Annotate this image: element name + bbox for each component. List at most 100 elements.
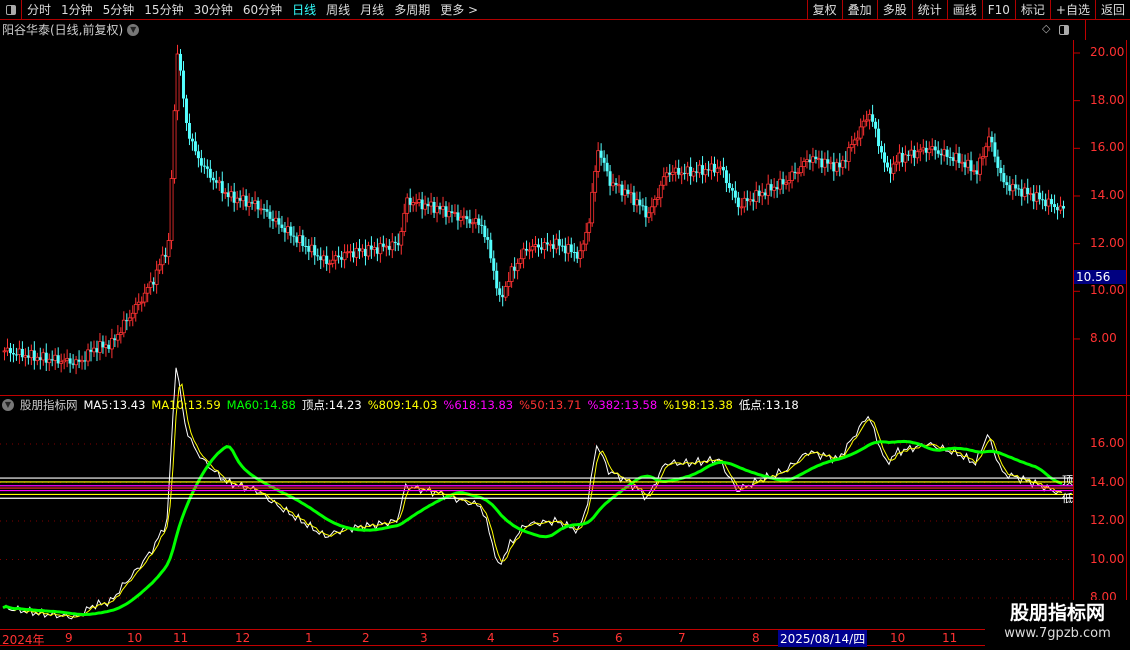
candle-body <box>816 158 821 161</box>
candle-body <box>820 158 824 168</box>
candle-body <box>104 344 108 348</box>
candle-body <box>736 197 740 208</box>
indicator-value-1: MA10:13.59 <box>151 397 220 413</box>
candle-body <box>1050 199 1054 205</box>
candle <box>256 197 260 219</box>
candle <box>883 143 887 172</box>
candle-body <box>152 281 156 285</box>
candle <box>450 204 454 223</box>
candle-body <box>136 301 141 305</box>
candle <box>822 152 827 176</box>
candle-body <box>721 167 725 171</box>
indicator-value-8: %198:13.38 <box>663 397 733 413</box>
candle-body <box>930 146 935 150</box>
candle <box>473 209 478 229</box>
candle-body <box>396 242 400 246</box>
candle-body <box>83 360 87 362</box>
candle <box>509 263 514 288</box>
candle-body <box>292 235 296 237</box>
candle-body <box>92 347 96 353</box>
candle-body <box>44 352 48 363</box>
candle-body <box>477 218 481 225</box>
indicator-number: 13.38 <box>699 398 733 412</box>
candle-body <box>701 165 705 175</box>
candle <box>220 171 224 202</box>
candle-body <box>495 270 499 289</box>
candle <box>894 154 899 172</box>
candle-body <box>811 156 815 163</box>
candle-body <box>867 113 872 121</box>
candle <box>939 148 943 165</box>
indicator-label: %382: <box>587 398 625 412</box>
candle-body <box>689 166 693 177</box>
candle <box>703 162 708 183</box>
indicator-name[interactable]: 股朋指标网 <box>20 397 78 413</box>
candle <box>107 340 111 353</box>
candle <box>277 210 281 234</box>
candle-body <box>1026 187 1030 195</box>
candle <box>285 217 290 240</box>
candle-body <box>381 243 385 247</box>
candle <box>486 228 490 250</box>
candle <box>551 234 555 258</box>
candle-body <box>390 241 395 251</box>
candle <box>748 191 753 206</box>
candle <box>53 348 58 370</box>
candle <box>1046 189 1051 215</box>
candle-body <box>1032 193 1036 202</box>
candle-body <box>1053 204 1057 208</box>
candle <box>886 155 890 172</box>
candle <box>8 342 12 362</box>
candle <box>787 171 791 192</box>
candle <box>393 236 397 252</box>
indicator-value-7: %382:13.58 <box>587 397 657 413</box>
candle <box>495 262 499 296</box>
candle-body <box>71 363 75 365</box>
candle-body <box>441 205 445 210</box>
candle-body <box>340 257 344 260</box>
indicator-number: 13.18 <box>765 398 799 412</box>
candle <box>441 196 445 218</box>
candle-body <box>852 139 857 145</box>
candle-body <box>871 114 875 122</box>
candle <box>900 147 904 167</box>
candle <box>912 145 916 167</box>
candle-body <box>462 215 466 218</box>
candle <box>280 215 284 232</box>
candle-body <box>253 200 257 204</box>
chevron-down-icon[interactable]: ▼ <box>2 399 14 411</box>
candle <box>646 207 651 224</box>
candle <box>560 238 564 252</box>
candle <box>844 151 848 169</box>
candle-body <box>855 137 860 141</box>
candle <box>874 118 878 138</box>
candle-body <box>685 166 690 174</box>
candle <box>1022 183 1027 201</box>
candle-body <box>271 218 275 222</box>
candle <box>652 195 657 216</box>
cursor-date[interactable]: 2025/08/14/四 <box>778 630 868 647</box>
candle-body <box>1028 193 1033 195</box>
candle <box>325 246 329 271</box>
candle <box>205 159 209 178</box>
candle-body <box>330 259 335 264</box>
candle <box>781 171 785 194</box>
candle <box>1010 178 1015 200</box>
indicator-label: MA5: <box>83 398 113 412</box>
candle <box>993 133 997 163</box>
candle <box>152 277 156 292</box>
candle-body <box>503 286 508 298</box>
candle-body <box>157 264 162 271</box>
candle-body <box>187 123 191 139</box>
candle-body <box>295 236 299 243</box>
candle-body <box>473 218 478 224</box>
candle <box>877 119 881 154</box>
top-marker: 顶 <box>1062 474 1073 487</box>
candle <box>113 334 117 348</box>
candlestick-chart[interactable] <box>0 0 1130 650</box>
candle <box>378 236 383 263</box>
candle-body <box>399 231 404 246</box>
candle <box>345 244 350 258</box>
candle-body <box>280 224 284 228</box>
candle <box>196 144 200 168</box>
